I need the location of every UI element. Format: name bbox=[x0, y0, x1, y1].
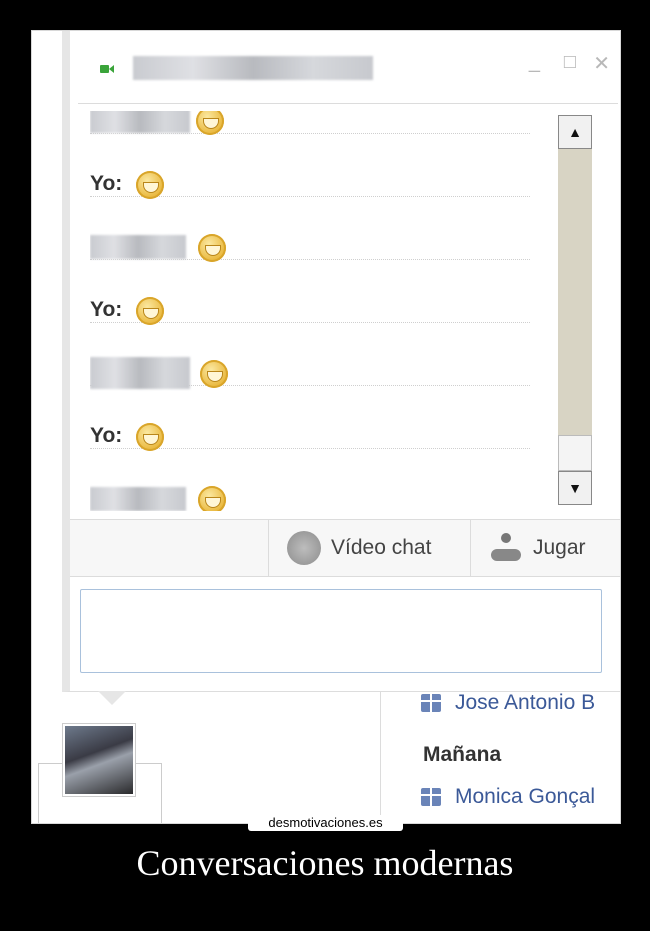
birthday-sidebar: Jose Antonio B Mañana Monica Gonçal bbox=[380, 681, 620, 823]
maximize-button[interactable]: □ bbox=[564, 51, 576, 74]
play-button[interactable]: Jugar bbox=[470, 520, 620, 576]
video-camera-icon bbox=[100, 65, 114, 73]
message-sender: Yo: bbox=[90, 298, 123, 321]
message-row: Yo: bbox=[90, 386, 530, 451]
laughing-smiley-icon bbox=[196, 111, 224, 135]
birthday-name[interactable]: Monica Gonçal bbox=[455, 785, 595, 809]
laughing-smiley-icon bbox=[200, 360, 228, 388]
contact-name-blurred bbox=[133, 56, 373, 80]
sender-blurred bbox=[90, 357, 190, 389]
video-chat-icon bbox=[287, 531, 321, 565]
avatar-photo bbox=[65, 726, 133, 794]
poster-caption: Conversaciones modernas bbox=[136, 843, 514, 883]
avatar[interactable] bbox=[62, 723, 136, 797]
video-chat-button[interactable]: Vídeo chat bbox=[268, 520, 471, 576]
watermark: desmotivaciones.es bbox=[248, 815, 403, 831]
birthday-name[interactable]: Jose Antonio B bbox=[455, 691, 595, 715]
sender-blurred bbox=[90, 235, 186, 259]
message-row bbox=[90, 323, 530, 389]
sender-blurred bbox=[90, 487, 186, 511]
screenshot-area: Jose Antonio B Mañana Monica Gonçal _ □ … bbox=[32, 31, 620, 823]
chat-action-bar: Vídeo chat Jugar bbox=[70, 519, 620, 577]
minimize-button[interactable]: _ bbox=[529, 51, 540, 74]
joystick-icon bbox=[489, 531, 523, 565]
gift-icon bbox=[421, 694, 441, 712]
close-button[interactable]: ✕ bbox=[593, 51, 610, 76]
chat-window: _ □ ✕ Yo: Yo: Yo: ▲ ▼ Vídeo chat Jugar bbox=[62, 31, 620, 705]
birthday-item-2[interactable]: Monica Gonçal bbox=[421, 785, 595, 809]
chat-titlebar: _ □ ✕ bbox=[78, 51, 618, 104]
laughing-smiley-icon bbox=[136, 171, 164, 199]
play-label: Jugar bbox=[533, 536, 586, 559]
poster-frame: Jose Antonio B Mañana Monica Gonçal _ □ … bbox=[31, 30, 621, 824]
birthday-item-1[interactable]: Jose Antonio B bbox=[421, 691, 595, 715]
gift-icon bbox=[421, 788, 441, 806]
scrollbar-thumb[interactable] bbox=[558, 435, 592, 471]
scrollbar-track[interactable] bbox=[558, 149, 592, 439]
message-row bbox=[90, 197, 530, 262]
sender-blurred bbox=[90, 111, 190, 133]
scrollbar[interactable]: ▲ ▼ bbox=[558, 115, 592, 505]
scroll-down-arrow-icon[interactable]: ▼ bbox=[558, 471, 592, 505]
message-sender: Yo: bbox=[90, 424, 123, 447]
day-heading: Mañana bbox=[423, 743, 502, 766]
message-row: Yo: bbox=[90, 134, 530, 199]
laughing-smiley-icon bbox=[198, 234, 226, 262]
message-input[interactable] bbox=[80, 589, 602, 673]
message-row bbox=[90, 449, 530, 511]
message-list: Yo: Yo: Yo: bbox=[90, 111, 540, 511]
message-sender: Yo: bbox=[90, 172, 123, 195]
laughing-smiley-icon bbox=[136, 297, 164, 325]
message-row bbox=[90, 111, 530, 135]
video-chat-label: Vídeo chat bbox=[331, 536, 432, 559]
scroll-up-arrow-icon[interactable]: ▲ bbox=[558, 115, 592, 149]
laughing-smiley-icon bbox=[198, 486, 226, 511]
laughing-smiley-icon bbox=[136, 423, 164, 451]
message-row: Yo: bbox=[90, 260, 530, 325]
